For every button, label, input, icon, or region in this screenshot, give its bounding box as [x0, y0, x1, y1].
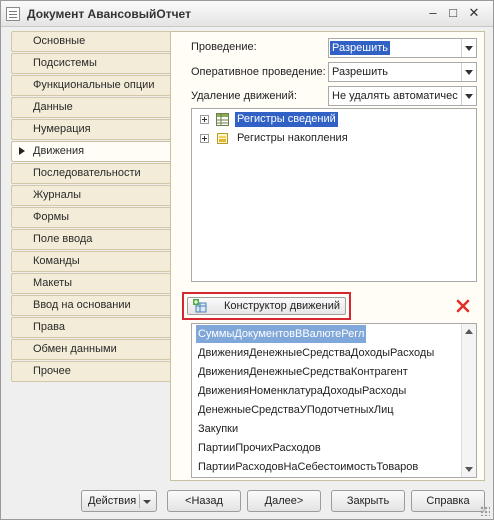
- chevron-down-icon[interactable]: [461, 63, 476, 81]
- nav-item-label: Команды: [33, 255, 80, 267]
- expand-icon[interactable]: [200, 115, 209, 124]
- nav-item-pole-vvoda[interactable]: Поле ввода: [11, 229, 171, 250]
- posting-label: Проведение:: [191, 41, 257, 53]
- table-register-icon: [216, 113, 229, 126]
- nav-item-osnovnye[interactable]: Основные: [11, 31, 171, 52]
- nav-item-funktsionalnye-optsii[interactable]: Функциональные опции: [11, 75, 171, 96]
- nav-item-vvod-na-osnovanii[interactable]: Ввод на основании: [11, 295, 171, 316]
- nav-item-obmen-dannymi[interactable]: Обмен данными: [11, 339, 171, 360]
- nav-item-numeratsiya[interactable]: Нумерация: [11, 119, 171, 140]
- realtime-posting-label: Оперативное проведение:: [191, 66, 326, 78]
- nav-item-dannye[interactable]: Данные: [11, 97, 171, 118]
- nav-item-label: Последовательности: [33, 167, 141, 179]
- scroll-up-icon[interactable]: [465, 329, 473, 334]
- tree-item-accumulation-registers[interactable]: Регистры накопления: [192, 130, 472, 148]
- actions-button-label: Действия: [88, 495, 137, 507]
- nav-item-label: Данные: [33, 101, 73, 113]
- minimize-icon[interactable]: –: [425, 6, 441, 22]
- scroll-down-icon[interactable]: [465, 467, 473, 472]
- nav-item-makety[interactable]: Макеты: [11, 273, 171, 294]
- tree-item-info-registers[interactable]: Регистры сведений: [192, 111, 472, 129]
- nav-item-podsistemy[interactable]: Подсистемы: [11, 53, 171, 74]
- next-button[interactable]: Далее>: [247, 490, 321, 512]
- chevron-down-icon: [143, 500, 151, 504]
- title-bar: Документ АвансовыйОтчет – □ ✕: [1, 1, 493, 27]
- nav-item-label: Основные: [33, 35, 86, 47]
- realtime-posting-select[interactable]: Разрешить: [328, 62, 477, 82]
- chevron-down-icon[interactable]: [461, 39, 476, 57]
- realtime-posting-select-value: Разрешить: [332, 66, 388, 78]
- delete-movements-label: Удаление движений:: [191, 90, 297, 102]
- nav-item-dvizheniya[interactable]: Движения: [11, 141, 172, 162]
- delete-movements-select-value: Не удалять автоматически: [332, 90, 458, 102]
- nav-item-label: Подсистемы: [33, 57, 97, 69]
- constructor-icon: [193, 299, 207, 313]
- close-button-label: Закрыть: [346, 495, 390, 507]
- back-button[interactable]: <Назад: [167, 490, 241, 512]
- delete-movements-select[interactable]: Не удалять автоматически: [328, 86, 477, 106]
- movements-constructor-label: Конструктор движений: [224, 300, 341, 312]
- registers-list: СуммыДокументовВВалютеРегл ДвиженияДенеж…: [191, 323, 477, 478]
- nav-item-posledovatelnosti[interactable]: Последовательности: [11, 163, 171, 184]
- expand-icon[interactable]: [200, 134, 209, 143]
- nav-item-label: Журналы: [33, 189, 82, 201]
- list-item[interactable]: ДвиженияДенежныеСредстваДоходыРасходы: [198, 344, 434, 362]
- list-item[interactable]: ПартииРасходовНаСебестоимостьТоваров: [198, 458, 418, 476]
- nav-item-label: Функциональные опции: [33, 79, 155, 91]
- posting-select[interactable]: Разрешить: [328, 38, 477, 58]
- constructor-highlight: Конструктор движений: [182, 292, 351, 320]
- nav-item-label: Макеты: [33, 277, 73, 289]
- delete-icon[interactable]: [456, 299, 470, 313]
- window-title: Документ АвансовыйОтчет: [27, 7, 191, 21]
- settings-nav: Основные Подсистемы Функциональные опции…: [11, 31, 172, 386]
- nav-item-label: Нумерация: [33, 123, 91, 135]
- back-button-label: <Назад: [185, 495, 223, 507]
- nav-item-label: Поле ввода: [33, 233, 93, 245]
- nav-item-zhurnaly[interactable]: Журналы: [11, 185, 171, 206]
- chevron-down-icon[interactable]: [461, 87, 476, 105]
- nav-item-formy[interactable]: Формы: [11, 207, 171, 228]
- document-settings-window: Документ АвансовыйОтчет – □ ✕ Основные П…: [0, 0, 494, 520]
- resize-grip[interactable]: [480, 506, 490, 516]
- nav-item-label: Формы: [33, 211, 70, 223]
- list-item[interactable]: Закупки: [198, 420, 238, 438]
- next-button-label: Далее>: [264, 495, 304, 507]
- accumulation-register-icon: [217, 133, 228, 144]
- list-item[interactable]: ПартииПрочихРасходов: [198, 439, 321, 457]
- maximize-icon[interactable]: □: [445, 6, 461, 22]
- actions-separator: [139, 494, 140, 508]
- document-icon: [6, 7, 20, 21]
- tree-item-label: Регистры накопления: [237, 132, 348, 144]
- posting-select-value: Разрешить: [330, 41, 390, 55]
- help-button-label: Справка: [426, 495, 470, 507]
- close-button[interactable]: Закрыть: [331, 490, 405, 512]
- list-item[interactable]: ДенежныеСредстваУПодотчетныхЛиц: [198, 401, 394, 419]
- active-arrow-icon: [19, 147, 25, 155]
- nav-item-label: Прочее: [33, 365, 71, 377]
- list-item[interactable]: СуммыДокументовВВалютеРегл: [196, 325, 367, 343]
- nav-item-label: Обмен данными: [33, 343, 117, 355]
- help-button[interactable]: Справка: [411, 490, 485, 512]
- registers-tree: Регистры сведений Регистры накопления: [191, 108, 477, 282]
- list-item[interactable]: ДвиженияНоменклатураДоходыРасходы: [198, 382, 406, 400]
- list-scrollbar[interactable]: [461, 324, 476, 477]
- nav-item-prochee[interactable]: Прочее: [11, 361, 171, 382]
- nav-item-label: Права: [33, 321, 65, 333]
- close-icon[interactable]: ✕: [466, 6, 482, 22]
- nav-item-label: Движения: [33, 145, 85, 157]
- nav-item-prava[interactable]: Права: [11, 317, 171, 338]
- actions-button[interactable]: Действия: [81, 490, 157, 512]
- nav-item-komandy[interactable]: Команды: [11, 251, 171, 272]
- nav-item-label: Ввод на основании: [33, 299, 131, 311]
- movements-constructor-button[interactable]: Конструктор движений: [187, 297, 346, 315]
- tree-item-label: Регистры сведений: [235, 112, 338, 127]
- list-item[interactable]: ДвиженияДенежныеСредстваКонтрагент: [198, 363, 408, 381]
